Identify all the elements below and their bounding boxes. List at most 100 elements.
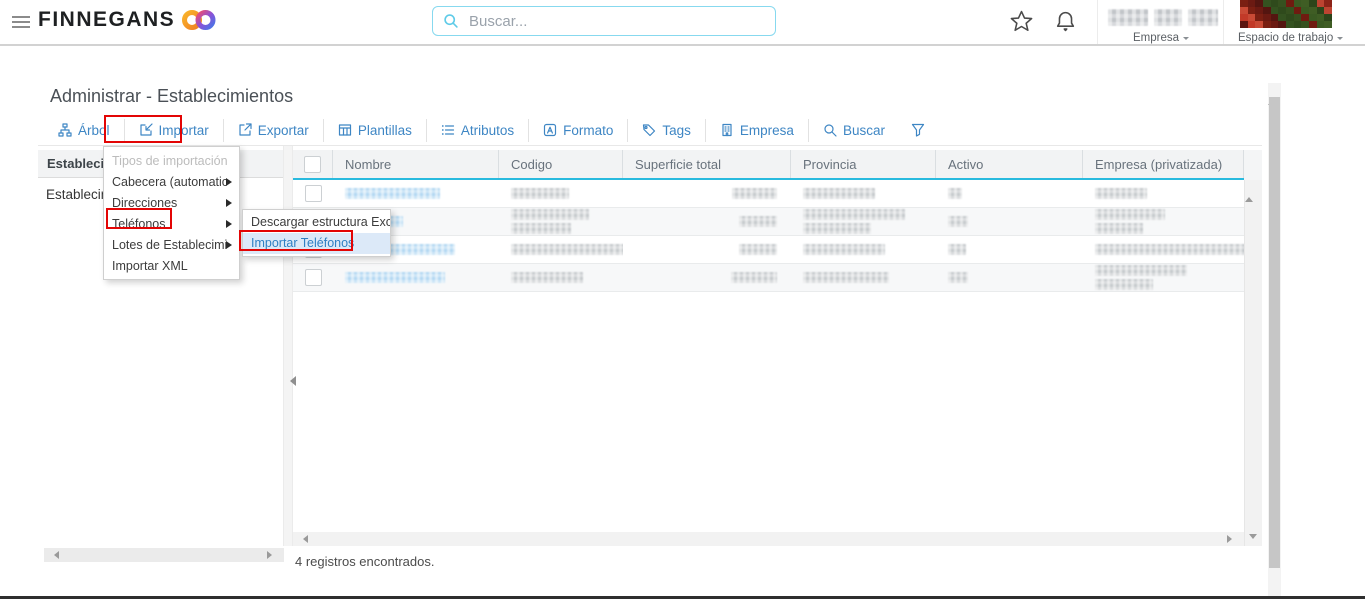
sidebar-horizontal-scrollbar[interactable]: [44, 548, 284, 562]
cell-nombre[interactable]: [333, 180, 499, 207]
menu-item-telefonos[interactable]: Teléfonos: [104, 214, 239, 235]
cell-superficie: [623, 208, 791, 235]
cell-nombre[interactable]: [333, 264, 499, 291]
sidebar-collapse-strip[interactable]: [283, 146, 296, 546]
records-table: Nombre Codigo Superficie total Provincia Act…: [293, 150, 1262, 546]
toolbar-button-formato[interactable]: Formato: [528, 118, 627, 142]
toolbar-button-buscar[interactable]: Buscar: [807, 118, 899, 142]
toolbar-button-empresa[interactable]: Empresa: [704, 118, 808, 142]
menu-item-importar-xml[interactable]: Importar XML: [104, 256, 239, 277]
import-dropdown-menu: Tipos de importación Cabecera (automatic…: [103, 146, 240, 280]
company-name-redacted: [1108, 9, 1218, 26]
table-row[interactable]: [293, 236, 1244, 264]
workspace-switcher[interactable]: Espacio de trabajo: [1238, 32, 1344, 44]
cell-codigo: [499, 208, 623, 235]
scroll-up-icon: [1245, 176, 1253, 202]
app-logo: FINNEGANS: [38, 8, 217, 32]
select-all-cell: [293, 150, 333, 178]
cell-empresa: [1083, 264, 1244, 291]
cell-empresa: [1083, 180, 1244, 207]
toolbar-button-arbol[interactable]: Árbol: [44, 119, 124, 142]
cell-activo: [936, 236, 1083, 263]
cell-provincia: [791, 236, 936, 263]
filter-button[interactable]: [899, 119, 937, 141]
row-checkbox[interactable]: [304, 269, 322, 286]
company-switcher[interactable]: Empresa: [1133, 32, 1190, 44]
menu-item-direcciones[interactable]: Direcciones: [104, 193, 239, 214]
toolbar: Árbol Importar Exportar Plantillas Atributos…: [44, 115, 937, 145]
search-icon: [823, 123, 837, 137]
toolbar-button-exportar[interactable]: Exportar: [222, 118, 323, 142]
import-menu-items: Cabecera (automatico) Direcciones Teléfono…: [104, 172, 239, 277]
submenu-arrow-icon: [226, 178, 236, 186]
toolbar-button-label: Plantillas: [357, 122, 412, 138]
favorites-star-icon[interactable]: [1009, 9, 1034, 34]
header-divider: [1097, 0, 1098, 44]
header-divider: [1223, 0, 1224, 44]
submenu-item-importar-telefonos[interactable]: Importar Teléfonos: [243, 233, 390, 254]
hamburger-menu-icon[interactable]: [12, 16, 30, 28]
menu-item-label: Teléfonos: [112, 218, 166, 231]
redacted-text: [511, 223, 571, 234]
redacted-text: [803, 188, 875, 199]
menu-item-label: Descargar estructura Excel: [251, 216, 390, 229]
table-row[interactable]: [293, 208, 1244, 236]
notifications-bell-icon[interactable]: [1053, 9, 1078, 34]
table-horizontal-scrollbar[interactable]: [293, 532, 1244, 546]
top-bar: FINNEGANS Buscar... Empresa Espacio de t…: [0, 0, 1365, 46]
submenu-arrow-icon: [226, 241, 236, 249]
app-window: FINNEGANS Buscar... Empresa Espacio de t…: [0, 0, 1365, 599]
cell-checkbox: [293, 180, 333, 207]
toolbar-button-tags[interactable]: Tags: [627, 118, 705, 142]
cell-empresa: [1083, 236, 1244, 263]
company-switcher-label: Empresa: [1133, 32, 1180, 44]
redacted-text: [511, 209, 589, 220]
table-row[interactable]: [293, 180, 1244, 208]
scrollbar-thumb[interactable]: [1269, 97, 1280, 568]
column-header-superficie-total[interactable]: Superficie total: [623, 150, 791, 178]
column-header-empresa-privatizada[interactable]: Empresa (privatizada): [1083, 150, 1244, 178]
redacted-text: [803, 272, 889, 283]
cell-codigo: [499, 264, 623, 291]
column-header-provincia[interactable]: Provincia: [791, 150, 936, 178]
import-icon: [139, 123, 153, 137]
submenu-item-descargar-estructura-excel[interactable]: Descargar estructura Excel: [243, 212, 390, 233]
cell-codigo: [499, 236, 623, 263]
redacted-text: [739, 216, 777, 227]
redacted-text: [803, 244, 885, 255]
cell-activo: [936, 264, 1083, 291]
toolbar-button-label: Atributos: [460, 122, 515, 138]
cell-superficie: [623, 264, 791, 291]
table-row[interactable]: [293, 264, 1244, 292]
search-icon: [443, 13, 459, 29]
global-search: [432, 6, 776, 36]
redacted-text: [1095, 209, 1165, 220]
column-header-nombre[interactable]: Nombre: [333, 150, 499, 178]
table-header-row: Nombre Codigo Superficie total Provincia Act…: [293, 150, 1244, 178]
menu-item-label: Importar Teléfonos: [251, 237, 355, 250]
submenu-arrow-icon: [226, 199, 236, 207]
table-vertical-scrollbar[interactable]: [1244, 176, 1262, 546]
building-icon: [720, 123, 734, 137]
import-submenu: Descargar estructura Excel Importar Teléf…: [242, 209, 391, 257]
toolbar-button-plantillas[interactable]: Plantillas: [322, 118, 426, 142]
chevron-down-icon: [1337, 36, 1344, 43]
search-input[interactable]: [467, 11, 765, 31]
row-checkbox[interactable]: [304, 185, 322, 202]
toolbar-button-atributos[interactable]: Atributos: [425, 118, 528, 142]
format-icon: [543, 123, 557, 137]
column-header-activo[interactable]: Activo: [936, 150, 1083, 178]
toolbar-button-importar[interactable]: Importar: [123, 118, 223, 142]
records-status: 4 registros encontrados.: [295, 554, 435, 569]
menu-item-label: Lotes de Establecimientos: [112, 239, 228, 252]
templates-icon: [338, 123, 352, 137]
redacted-text: [948, 188, 962, 199]
logo-text: FINNEGANS: [38, 8, 176, 31]
scroll-right-icon: [267, 551, 276, 559]
column-header-codigo[interactable]: Codigo: [499, 150, 623, 178]
menu-item-cabecera-automatico[interactable]: Cabecera (automatico): [104, 172, 239, 193]
menu-item-lotes-de-establecimientos[interactable]: Lotes de Establecimientos: [104, 235, 239, 256]
cell-checkbox: [293, 264, 333, 291]
page-vertical-scrollbar[interactable]: [1268, 79, 1281, 599]
select-all-checkbox[interactable]: [304, 155, 321, 173]
